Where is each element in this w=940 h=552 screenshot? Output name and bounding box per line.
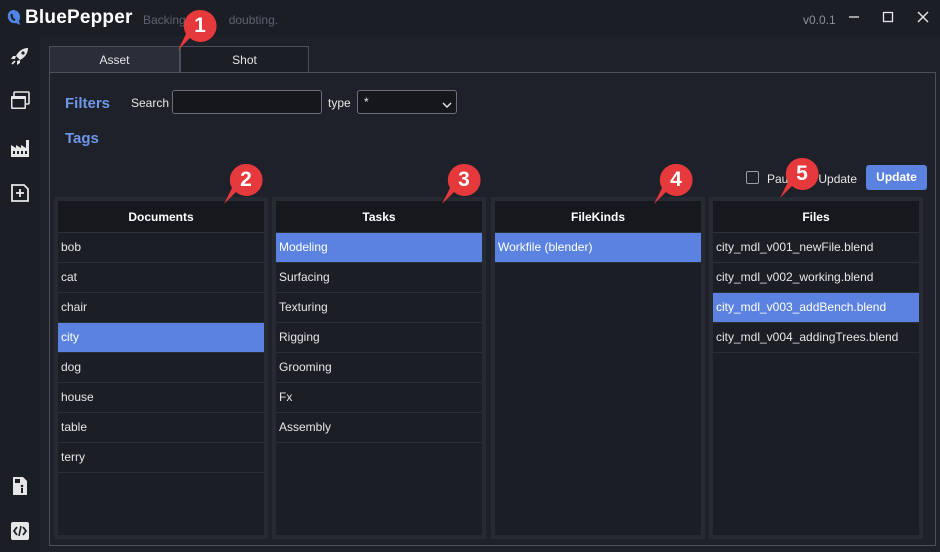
file-info-icon[interactable] (8, 474, 32, 498)
app-subtitle-tail: doubting. (228, 13, 279, 27)
callout-number: 5 (796, 162, 808, 185)
search-label: Search (131, 96, 170, 110)
files-header: Files (713, 201, 919, 233)
list-item[interactable]: Grooming (276, 353, 482, 383)
callout-marker-1: 1 (178, 8, 226, 52)
list-item[interactable]: cat (58, 263, 264, 293)
filters-heading: Filters (65, 95, 111, 112)
list-item[interactable]: house (58, 383, 264, 413)
documents-list: bob cat chair city dog house table terry (58, 233, 264, 473)
list-item[interactable]: city_mdl_v002_working.blend (713, 263, 919, 293)
type-select-value: * (364, 95, 369, 109)
app-subtitle-head: Backing (143, 13, 186, 27)
list-item[interactable]: city (58, 323, 264, 353)
tags-heading: Tags (65, 130, 99, 147)
tab-asset[interactable]: Asset (49, 46, 180, 72)
list-item[interactable]: terry (58, 443, 264, 473)
list-item[interactable]: bob (58, 233, 264, 263)
app-title: BluePepper (25, 7, 133, 28)
search-input[interactable] (172, 90, 322, 114)
filekinds-panel: FileKinds Workfile (blender) (495, 201, 701, 535)
tasks-panel: Tasks Modeling Surfacing Texturing Rigging G… (276, 201, 482, 535)
list-item[interactable]: dog (58, 353, 264, 383)
pause-update-checkbox[interactable] (746, 171, 759, 184)
list-item[interactable]: Assembly (276, 413, 482, 443)
callout-number: 2 (240, 168, 252, 191)
list-item[interactable]: Rigging (276, 323, 482, 353)
callout-marker-5: 5 (780, 156, 828, 200)
add-document-icon[interactable] (8, 181, 32, 205)
list-item[interactable]: city_mdl_v001_newFile.blend (713, 233, 919, 263)
callout-number: 4 (670, 168, 682, 191)
bluepepper-logo-icon (6, 8, 22, 26)
factory-icon[interactable] (8, 136, 32, 160)
list-item[interactable]: city_mdl_v004_addingTrees.blend (713, 323, 919, 353)
tasks-list: Modeling Surfacing Texturing Rigging Groomin… (276, 233, 482, 443)
windows-icon[interactable] (8, 89, 32, 113)
filekinds-column: FileKinds Workfile (blender) (491, 197, 705, 539)
close-icon[interactable] (915, 9, 931, 25)
minimize-icon[interactable] (846, 9, 862, 25)
documents-column: Documents bob cat chair city dog house table te… (54, 197, 268, 539)
chevron-down-icon (442, 98, 452, 108)
rocket-icon[interactable] (8, 44, 32, 68)
title-bar: BluePepper Backing doubting. v0.0.1 (0, 0, 940, 36)
sidebar (0, 36, 40, 552)
files-column: Files city_mdl_v001_newFile.blend city_md… (709, 197, 923, 539)
list-item[interactable]: Fx (276, 383, 482, 413)
list-item[interactable]: Workfile (blender) (495, 233, 701, 263)
callout-marker-3: 3 (442, 162, 490, 206)
callout-marker-2: 2 (224, 162, 272, 206)
list-item[interactable]: city_mdl_v003_addBench.blend (713, 293, 919, 323)
callout-number: 3 (458, 168, 470, 191)
list-item[interactable]: table (58, 413, 264, 443)
callout-number: 1 (194, 14, 206, 37)
list-item[interactable]: Texturing (276, 293, 482, 323)
list-item[interactable]: chair (58, 293, 264, 323)
type-label: type (328, 96, 351, 110)
files-list: city_mdl_v001_newFile.blend city_mdl_v002… (713, 233, 919, 353)
update-button[interactable]: Update (866, 165, 927, 190)
files-panel: Files city_mdl_v001_newFile.blend city_md… (713, 201, 919, 535)
list-item[interactable]: Surfacing (276, 263, 482, 293)
list-item[interactable]: Modeling (276, 233, 482, 263)
type-select[interactable]: * (357, 90, 457, 114)
version-label: v0.0.1 (803, 13, 836, 27)
documents-panel: Documents bob cat chair city dog house table te… (58, 201, 264, 535)
filekinds-list: Workfile (blender) (495, 233, 701, 263)
callout-marker-4: 4 (654, 162, 702, 206)
code-icon[interactable] (8, 519, 32, 543)
tasks-column: Tasks Modeling Surfacing Texturing Rigging G… (272, 197, 486, 539)
maximize-icon[interactable] (880, 9, 896, 25)
